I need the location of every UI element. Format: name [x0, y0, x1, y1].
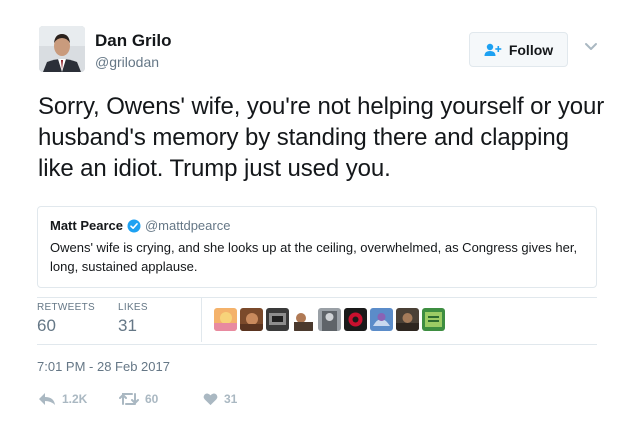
heart-icon [203, 393, 218, 406]
liker-avatars [214, 308, 445, 331]
quoted-tweet-text: Owens' wife is crying, and she looks up … [50, 240, 578, 274]
likes-stat[interactable]: LIKES 31 [118, 302, 148, 336]
tweet-text: Sorry, Owens' wife, you're not helping y… [38, 93, 605, 182]
reply-icon [39, 393, 55, 405]
reply-button[interactable]: 1.2K [38, 392, 87, 406]
quoted-author-handle: @mattdpearce [144, 218, 231, 233]
stats-top-divider [37, 297, 597, 298]
add-user-icon [484, 43, 502, 56]
liker-avatar[interactable] [292, 308, 315, 331]
liker-avatar[interactable] [214, 308, 237, 331]
liker-avatar[interactable] [266, 308, 289, 331]
quoted-tweet[interactable]: Matt Pearce @mattdpearce Owens' wife is … [37, 206, 597, 288]
retweets-count: 60 [37, 316, 56, 335]
quoted-author-name: Matt Pearce [50, 218, 123, 233]
author-handle[interactable]: @grilodan [95, 54, 159, 70]
liker-avatar[interactable] [396, 308, 419, 331]
follow-button[interactable]: Follow [469, 32, 568, 67]
like-count: 31 [224, 392, 238, 406]
likes-label: LIKES [118, 302, 148, 313]
retweet-button[interactable]: 60 [119, 392, 158, 406]
likes-count: 31 [118, 316, 137, 335]
retweet-count: 60 [145, 392, 159, 406]
stats-bottom-divider [37, 344, 597, 345]
liker-avatar[interactable] [344, 308, 367, 331]
liker-avatar[interactable] [370, 308, 393, 331]
more-options-button[interactable] [583, 40, 599, 54]
author-name[interactable]: Dan Grilo [95, 31, 172, 51]
stats-separator [201, 298, 202, 342]
like-button[interactable]: 31 [203, 392, 237, 406]
avatar-photo [39, 26, 85, 72]
follow-button-label: Follow [508, 41, 554, 58]
reply-count: 1.2K [62, 392, 88, 406]
retweet-icon [119, 393, 139, 405]
liker-avatar[interactable] [318, 308, 341, 331]
author-avatar[interactable] [39, 26, 85, 72]
liker-avatar[interactable] [422, 308, 445, 331]
verified-badge-icon [127, 219, 141, 232]
chevron-down-icon [585, 43, 597, 50]
retweets-label: RETWEETS [37, 302, 95, 313]
quoted-tweet-header: Matt Pearce @mattdpearce [50, 218, 584, 233]
liker-avatar[interactable] [240, 308, 263, 331]
retweets-stat[interactable]: RETWEETS 60 [37, 302, 95, 336]
tweet-timestamp[interactable]: 7:01 PM - 28 Feb 2017 [37, 359, 170, 374]
